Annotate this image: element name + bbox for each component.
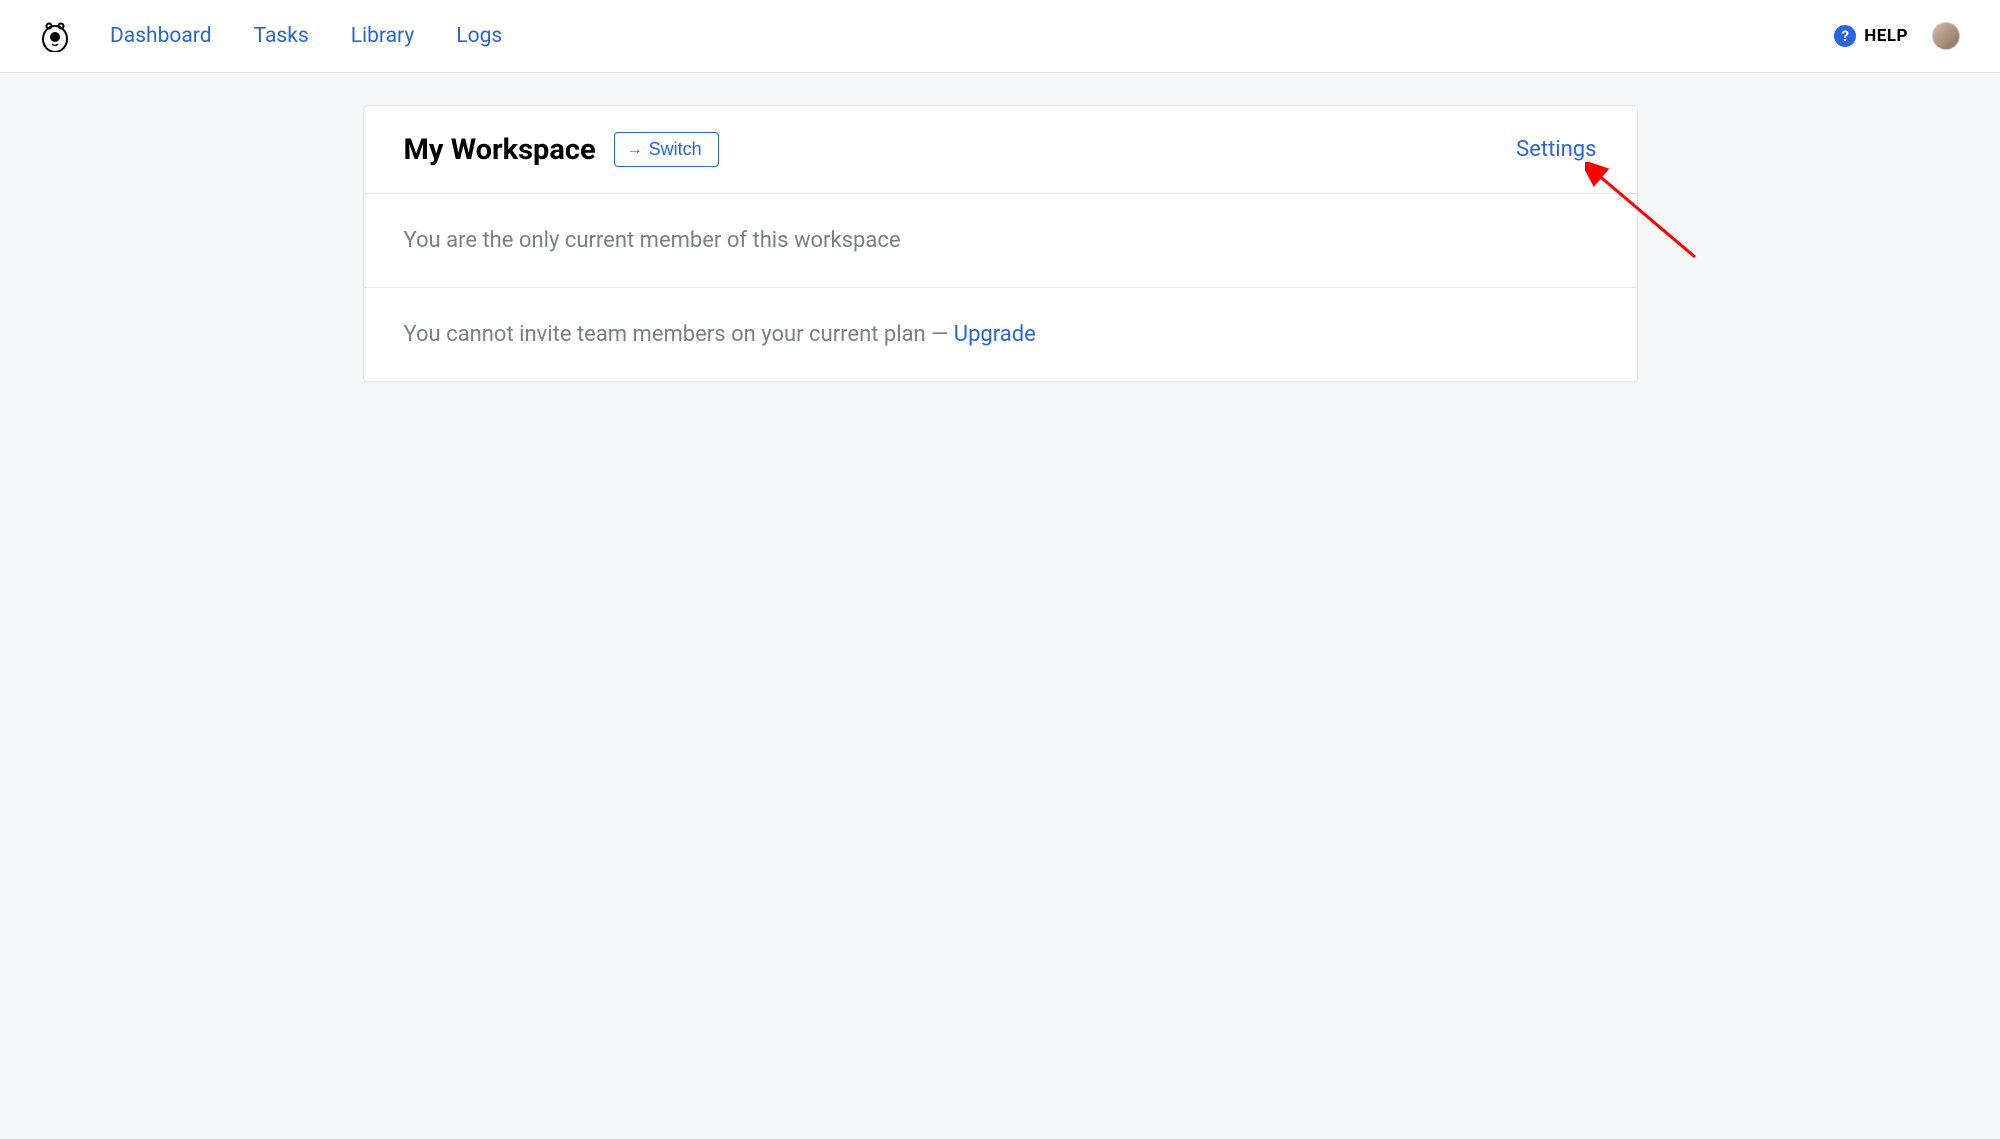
member-status-row: You are the only current member of this … [364,194,1637,288]
nav-tasks[interactable]: Tasks [254,24,309,48]
upgrade-link[interactable]: Upgrade [954,322,1036,347]
user-avatar[interactable] [1932,22,1960,50]
workspace-title: My Workspace [404,133,596,167]
member-status-text: You are the only current member of this … [404,228,901,253]
top-navigation: Dashboard Tasks Library Logs ? HELP [0,0,2000,73]
nav-library[interactable]: Library [351,24,415,48]
nav-dashboard[interactable]: Dashboard [110,24,212,48]
help-label: HELP [1864,26,1908,46]
logo-icon [40,20,70,52]
nav-logs[interactable]: Logs [456,24,502,48]
switch-label: Switch [649,139,702,160]
workspace-header-left: My Workspace → Switch [404,132,719,167]
nav-right: ? HELP [1834,22,1960,50]
workspace-card: My Workspace → Switch Settings You are t… [363,105,1638,382]
invite-row: You cannot invite team members on your c… [364,288,1637,381]
workspace-header: My Workspace → Switch Settings [364,106,1637,194]
switch-workspace-button[interactable]: → Switch [614,132,719,167]
help-icon: ? [1834,25,1856,47]
nav-links: Dashboard Tasks Library Logs [110,24,1834,48]
app-logo[interactable] [40,20,70,52]
invite-prefix-text: You cannot invite team members on your c… [404,322,954,347]
arrow-right-icon: → [627,141,643,159]
main-content: My Workspace → Switch Settings You are t… [0,73,2000,414]
help-link[interactable]: ? HELP [1834,25,1908,47]
settings-link[interactable]: Settings [1516,137,1596,162]
